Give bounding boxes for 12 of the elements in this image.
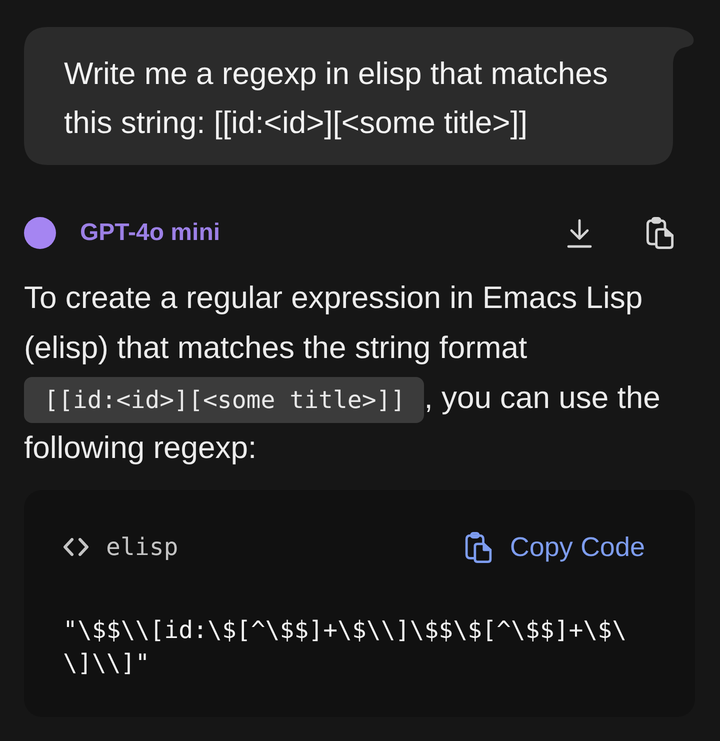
- model-name: GPT-4o mini: [80, 219, 220, 247]
- user-message-bubble: Write me a regexp in elisp that matches this string: [[id:<id>][<some title>]]: [24, 27, 694, 165]
- copy-code-button[interactable]: Copy Code: [464, 532, 645, 562]
- copy-icon: [464, 532, 492, 562]
- download-icon[interactable]: [567, 218, 592, 248]
- model-avatar-icon: [24, 217, 56, 249]
- inline-code: [[id:<id>][<some title>]]: [24, 376, 424, 423]
- code-language: elisp: [106, 533, 178, 561]
- code-icon: [63, 538, 89, 556]
- code-text: "\$$\\[id:\$[^\$$]+\$\\]\$$\$[^\$$]+\$\\]\\]": [63, 615, 628, 679]
- copy-icon[interactable]: [646, 217, 674, 249]
- response-text: To create a regular expression in Emacs Lisp (elisp) that matches the string format [[id:<id>][<some title>]] , you can use the following regexp:: [24, 279, 662, 467]
